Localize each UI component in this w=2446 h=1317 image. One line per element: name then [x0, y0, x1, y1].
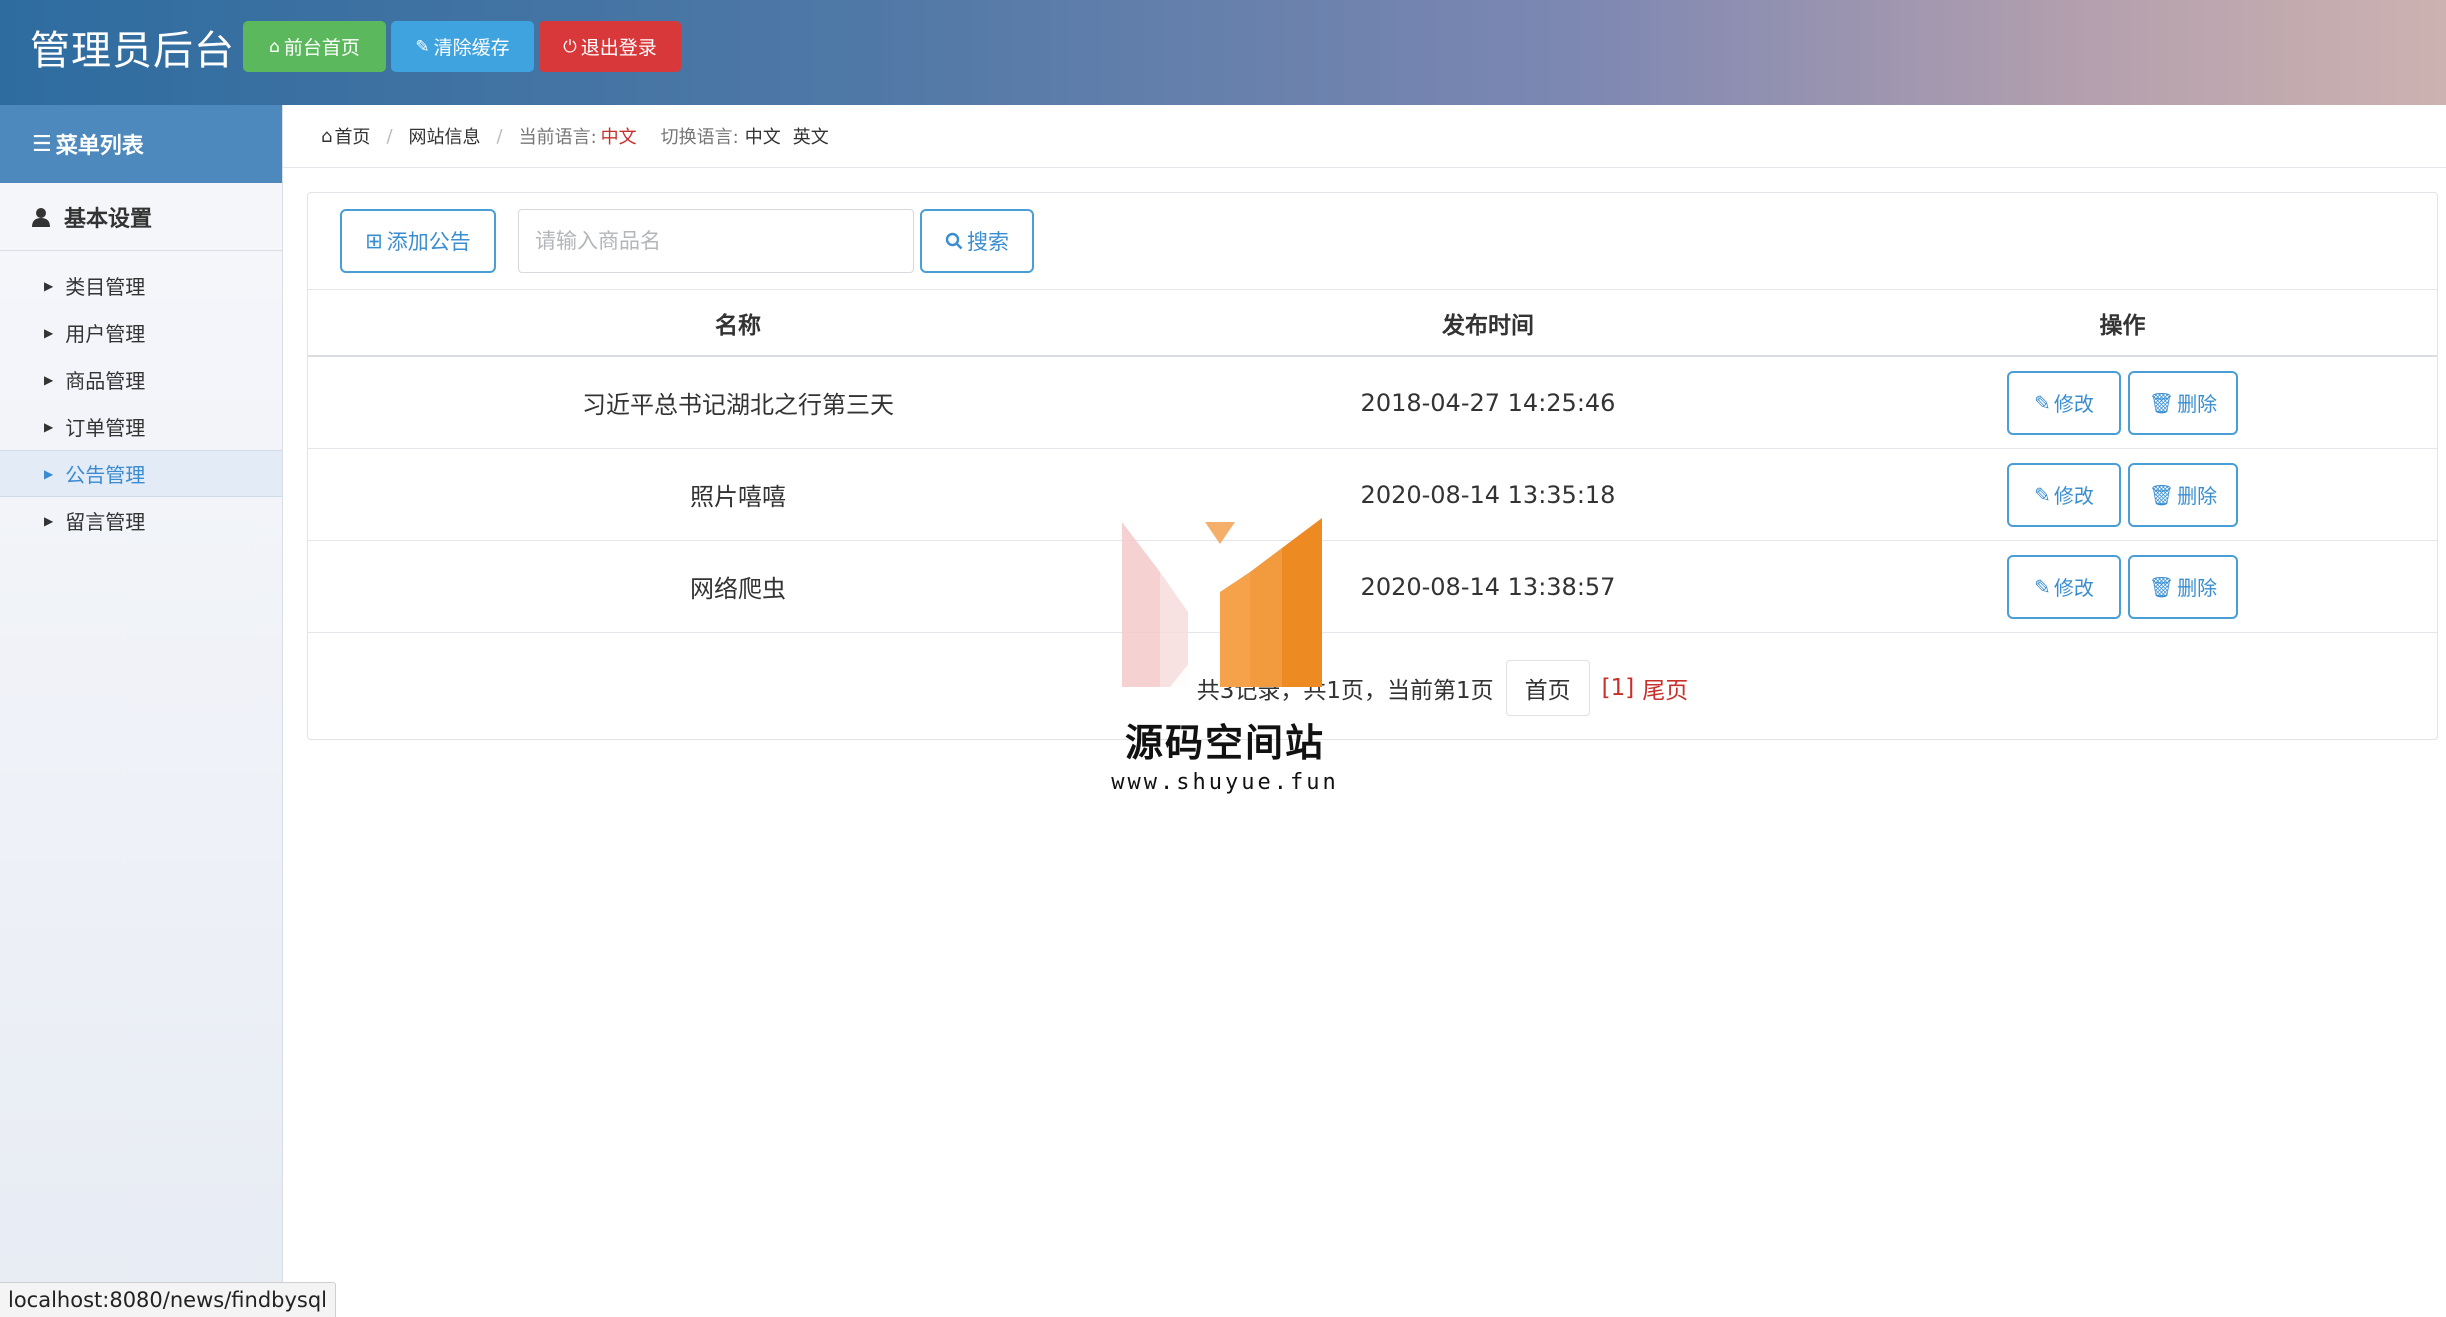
caret-right-icon: ▶: [44, 325, 54, 340]
current-language-value: 中文: [600, 127, 637, 148]
home-icon: ⌂: [321, 125, 333, 147]
caret-right-icon: ▶: [44, 278, 54, 293]
cell-time: 2020-08-14 13:35:18: [1360, 480, 1616, 509]
plus-square-icon: ⊞: [365, 229, 383, 253]
frontend-home-button[interactable]: ⌂ 前台首页: [243, 21, 386, 72]
sidebar-item-announcements[interactable]: ▶ 公告管理: [0, 450, 282, 497]
menu-list-title: 菜单列表: [55, 134, 144, 159]
sidebar-item-label: 公告管理: [65, 463, 146, 487]
pagination-first-button[interactable]: 首页: [1505, 660, 1590, 716]
cell-actions: ✎ 修改 🗑 删除: [1808, 554, 2437, 619]
column-header-name: 名称: [715, 312, 761, 339]
watermark-url: www.shuyue.fun: [1111, 770, 1339, 795]
logout-button[interactable]: ⏻ 退出登录: [539, 21, 681, 72]
announcement-panel: ⊞ 添加公告 搜索 名称 发布时间 操作 习近平总书记湖北之行第三天 2018-…: [307, 192, 2438, 740]
current-language-label: 当前语言:: [518, 127, 597, 148]
trash-icon: 🗑: [2148, 574, 2175, 599]
app-title: 管理员后台: [30, 28, 235, 74]
add-announcement-label: 添加公告: [386, 230, 471, 254]
cell-time: 2018-04-27 14:25:46: [1360, 388, 1616, 417]
sidebar-item-label: 留言管理: [65, 510, 146, 534]
pagination: 共3记录，共1页，当前第1页 首页 [1] 尾页: [308, 658, 2437, 718]
caret-right-icon: ▶: [44, 419, 54, 434]
top-header: 管理员后台 ⌂ 前台首页 ✎ 清除缓存 ⏻ 退出登录: [0, 0, 2446, 105]
table-row: 习近平总书记湖北之行第三天 2018-04-27 14:25:46 ✎ 修改 🗑…: [308, 357, 2437, 449]
breadcrumb-separator: /: [496, 125, 503, 147]
edit-icon: ✎: [2034, 390, 2051, 415]
trash-icon: 🗑: [2148, 390, 2175, 415]
search-icon: [945, 232, 963, 250]
logout-label: 退出登录: [580, 37, 657, 59]
watermark-name: 源码空间站: [1124, 721, 1325, 765]
caret-right-icon: ▶: [44, 466, 54, 481]
table-row: 网络爬虫 2020-08-14 13:38:57 ✎ 修改 🗑 删除: [308, 541, 2437, 633]
sidebar-group-label: 基本设置: [64, 206, 153, 232]
trash-icon: 🗑: [2148, 482, 2175, 507]
column-header-time: 发布时间: [1442, 312, 1534, 339]
caret-right-icon: ▶: [44, 372, 54, 387]
cell-actions: ✎ 修改 🗑 删除: [1808, 462, 2437, 527]
sidebar-item-products[interactable]: ▶ 商品管理: [0, 356, 282, 403]
breadcrumb-site-info[interactable]: 网站信息: [409, 123, 481, 149]
sidebar-item-users[interactable]: ▶ 用户管理: [0, 309, 282, 356]
clear-cache-label: 清除缓存: [433, 37, 510, 59]
power-icon: ⏻: [563, 36, 577, 57]
browser-status-bar: localhost:8080/news/findbysql: [0, 1282, 337, 1317]
announcement-table: 名称 发布时间 操作 习近平总书记湖北之行第三天 2018-04-27 14:2…: [308, 289, 2437, 633]
delete-button[interactable]: 🗑 删除: [2128, 370, 2238, 435]
sidebar-item-label: 商品管理: [65, 369, 146, 393]
cell-name: 网络爬虫: [690, 575, 786, 603]
add-announcement-button[interactable]: ⊞ 添加公告: [340, 209, 496, 273]
search-button[interactable]: 搜索: [920, 209, 1034, 273]
edit-button[interactable]: ✎ 修改: [2007, 370, 2121, 435]
cell-name: 习近平总书记湖北之行第三天: [582, 391, 894, 419]
sidebar-item-label: 订单管理: [65, 416, 146, 440]
delete-label: 删除: [2177, 392, 2218, 416]
caret-right-icon: ▶: [44, 513, 54, 528]
cell-name: 照片嘻嘻: [690, 483, 786, 511]
edit-button[interactable]: ✎ 修改: [2007, 554, 2121, 619]
switch-language-en-link[interactable]: 英文: [793, 123, 829, 149]
sidebar: ☰ 菜单列表 基本设置 ▶ 类目管理 ▶ 用户管理 ▶ 商品管理 ▶ 订单管理 …: [0, 105, 283, 1316]
table-row: 照片嘻嘻 2020-08-14 13:35:18 ✎ 修改 🗑 删除: [308, 449, 2437, 541]
table-header: 名称 发布时间 操作: [308, 289, 2437, 357]
menu-list-header: ☰ 菜单列表: [0, 105, 282, 183]
pagination-last-button[interactable]: 尾页: [1642, 671, 1688, 705]
list-icon: ☰: [32, 131, 52, 157]
user-icon: [32, 207, 50, 227]
edit-icon: ✎: [2034, 574, 2051, 599]
column-header-actions: 操作: [2099, 312, 2146, 339]
breadcrumb: ⌂ 首页 / 网站信息 / 当前语言: 中文 切换语言: 中文 英文: [283, 105, 2446, 168]
delete-label: 删除: [2177, 576, 2218, 600]
edit-icon: ✎: [2034, 482, 2051, 507]
switch-language-zh-link[interactable]: 中文: [745, 123, 781, 149]
breadcrumb-home-link[interactable]: 首页: [334, 123, 370, 149]
edit-label: 修改: [2053, 484, 2094, 508]
breadcrumb-separator: /: [386, 125, 393, 147]
sidebar-item-orders[interactable]: ▶ 订单管理: [0, 403, 282, 450]
edit-label: 修改: [2053, 392, 2094, 416]
cell-actions: ✎ 修改 🗑 删除: [1808, 370, 2437, 435]
pagination-current-page[interactable]: [1]: [1602, 675, 1635, 701]
edit-button[interactable]: ✎ 修改: [2007, 462, 2121, 527]
sidebar-menu: ▶ 类目管理 ▶ 用户管理 ▶ 商品管理 ▶ 订单管理 ▶ 公告管理 ▶ 留言管…: [0, 262, 282, 544]
frontend-home-label: 前台首页: [283, 37, 360, 59]
watermark-logo: [1122, 518, 1322, 687]
delete-button[interactable]: 🗑 删除: [2128, 462, 2238, 527]
clear-cache-button[interactable]: ✎ 清除缓存: [391, 21, 534, 72]
search-input[interactable]: [518, 209, 914, 273]
wrench-icon: ✎: [415, 36, 430, 57]
sidebar-item-label: 类目管理: [65, 275, 146, 299]
sidebar-item-category[interactable]: ▶ 类目管理: [0, 262, 282, 309]
search-label: 搜索: [967, 230, 1009, 254]
delete-button[interactable]: 🗑 删除: [2128, 554, 2238, 619]
sidebar-group-basic-settings[interactable]: 基本设置: [0, 183, 282, 251]
edit-label: 修改: [2053, 576, 2094, 600]
switch-language-label: 切换语言:: [660, 127, 739, 148]
sidebar-item-label: 用户管理: [65, 322, 146, 346]
home-icon: ⌂: [269, 36, 280, 57]
delete-label: 删除: [2177, 484, 2218, 508]
sidebar-item-messages[interactable]: ▶ 留言管理: [0, 497, 282, 544]
